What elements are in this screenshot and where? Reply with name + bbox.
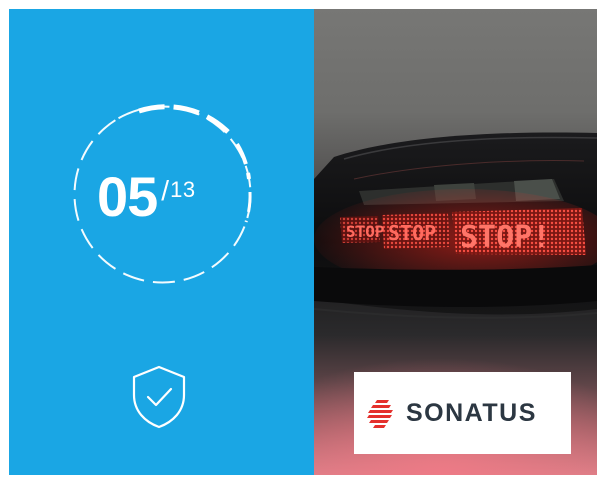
sign-text-left: STOP [346, 222, 385, 241]
content-frame: 05/13 STOP STOP STOP! SONATUS [9, 9, 597, 475]
left-panel: 05/13 [9, 9, 314, 475]
total-steps: 13 [170, 177, 196, 202]
logo-wordmark: SONATUS [406, 399, 537, 427]
right-panel: STOP STOP STOP! SONATUS [314, 9, 597, 475]
sonatus-logo-icon [367, 400, 393, 428]
current-step: 05 [97, 165, 158, 228]
sign-text-right: STOP! [460, 220, 550, 255]
logo-card: SONATUS [354, 372, 571, 454]
sign-text-middle: STOP [388, 221, 436, 245]
counter-separator: / [161, 175, 170, 206]
step-counter: 05/13 [97, 169, 196, 225]
shield-check-icon [132, 365, 186, 429]
